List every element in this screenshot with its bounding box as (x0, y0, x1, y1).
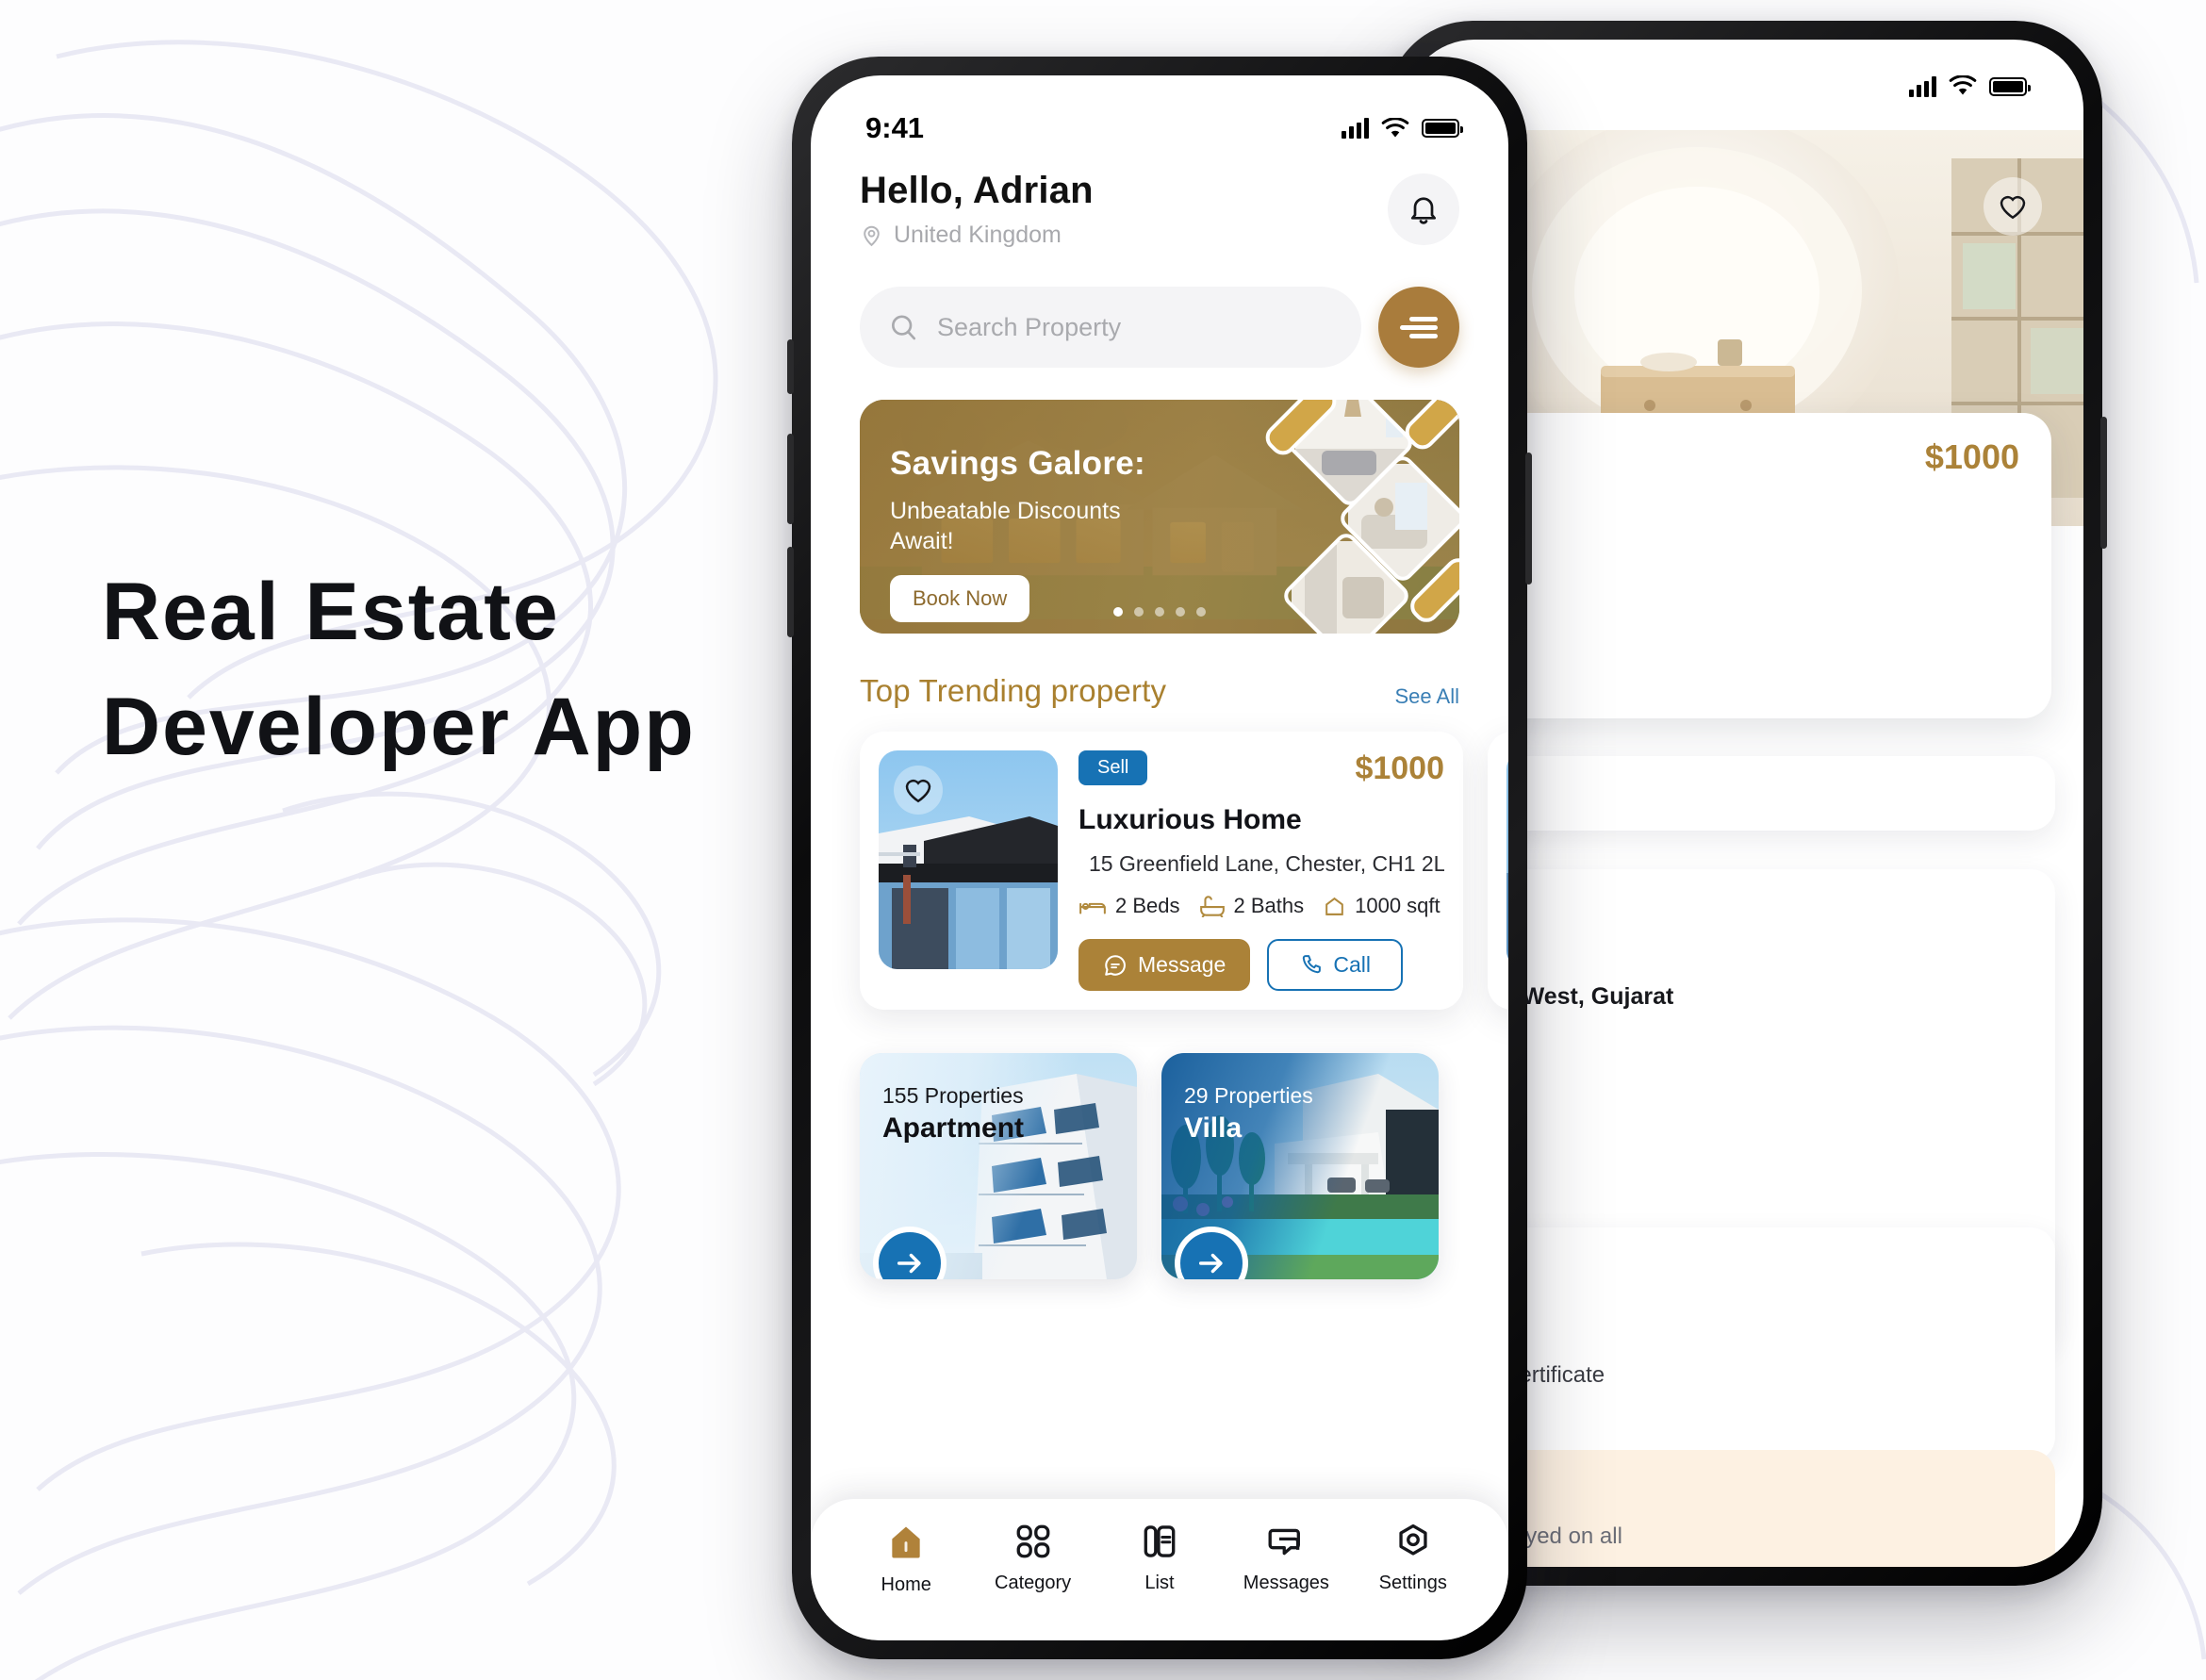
bell-icon (1410, 197, 1437, 224)
banner-subtitle: Unbeatable Discounts Await! (890, 498, 1121, 554)
greeting-row: Hello, Adrian United Kingdom (860, 170, 1459, 249)
battery-icon (1422, 119, 1463, 138)
list-icon (1144, 1525, 1176, 1557)
trending-cards-row[interactable]: Sell $1000 Luxurious Home 15 Greenfield … (860, 732, 1508, 1010)
phone-icon (1303, 955, 1322, 974)
location-pin-icon (864, 225, 880, 247)
status-badge: Sell (1078, 750, 1148, 785)
home-icon (892, 1526, 920, 1558)
favorite-button[interactable] (894, 766, 943, 815)
location-row: United Kingdom (860, 222, 1094, 249)
nav-label-list: List (1144, 1573, 1175, 1593)
chat-bubbles-icon (1268, 1528, 1301, 1556)
category-row: 155 Properties Apartment 29 Properties V… (860, 1053, 1459, 1279)
arrow-right-icon (897, 1253, 921, 1274)
poster-headline: Real Estate Developer App (102, 567, 696, 773)
banner-pagination-dots[interactable] (1113, 607, 1206, 617)
banner-diamond-collage (1265, 400, 1459, 634)
power-button[interactable] (2100, 417, 2107, 549)
volume-down-button[interactable] (787, 547, 794, 637)
banner-text-block: Savings Galore: Unbeatable Discounts Awa… (890, 445, 1173, 622)
back-favorite-button[interactable] (1984, 177, 2042, 236)
nav-item-list[interactable]: List (1108, 1522, 1211, 1594)
category-card-apartment[interactable]: 155 Properties Apartment (860, 1053, 1137, 1279)
promo-banner[interactable]: Savings Galore: Unbeatable Discounts Awa… (860, 400, 1459, 634)
battery-icon (1989, 76, 2031, 96)
search-placeholder: Search Property (937, 312, 1122, 341)
property-card[interactable] (1488, 732, 1508, 1010)
grid-icon (1016, 1524, 1049, 1558)
power-button[interactable] (1525, 453, 1532, 585)
notification-button[interactable] (1388, 173, 1459, 245)
gear-icon (1399, 1524, 1427, 1556)
nav-item-home[interactable]: Home (854, 1522, 958, 1596)
filter-button[interactable] (1378, 287, 1459, 368)
search-input[interactable]: Search Property (860, 287, 1361, 368)
spec-area: 1000 sqft (1323, 894, 1440, 918)
category-text: 155 Properties Apartment (882, 1083, 1024, 1145)
area-icon (1325, 897, 1343, 915)
bath-icon (1199, 896, 1225, 917)
spec-beds: 2 Beds (1078, 894, 1180, 918)
property-thumbnail (1506, 750, 1508, 969)
category-count: 155 Properties (882, 1083, 1024, 1108)
heart-icon (2000, 195, 2026, 220)
category-name: Villa (1184, 1112, 1243, 1144)
nav-item-settings[interactable]: Settings (1361, 1522, 1465, 1594)
property-address-row: 15 Greenfield Lane, Chester, CH1 2LD... (1078, 851, 1444, 877)
cellular-bars-icon (1909, 75, 1936, 97)
property-price: $1000 (1355, 750, 1444, 786)
poster-canvas: Real Estate Developer App $1000 West, Gu… (0, 0, 2206, 1680)
volume-up-button[interactable] (787, 434, 794, 524)
see-all-link[interactable]: See All (1395, 684, 1460, 709)
category-card-villa[interactable]: 29 Properties Villa (1161, 1053, 1439, 1279)
call-button[interactable]: Call (1267, 939, 1403, 991)
property-title: Luxurious Home (1078, 804, 1302, 835)
nav-label-home: Home (881, 1574, 931, 1595)
search-row: Search Property (860, 287, 1459, 368)
banner-title: Savings Galore: (890, 445, 1145, 482)
message-button[interactable]: Message (1078, 939, 1251, 991)
spec-baths: 2 Baths (1199, 894, 1304, 918)
heart-icon (905, 779, 931, 803)
front-phone-screen: 9:41 Hello, Adrian United Kingdom Search… (811, 75, 1508, 1640)
status-time: 9:41 (865, 111, 925, 144)
wifi-icon (1949, 75, 1977, 95)
front-screen-body: Hello, Adrian United Kingdom Search Prop… (811, 170, 1508, 1279)
property-address: 15 Greenfield Lane, Chester, CH1 2LD... (1089, 851, 1444, 876)
message-label: Message (1138, 952, 1226, 977)
category-text: 29 Properties Villa (1184, 1083, 1313, 1145)
book-now-button[interactable]: Book Now (890, 575, 1030, 622)
call-label: Call (1333, 952, 1371, 977)
wifi-icon (1381, 117, 1409, 137)
category-count: 29 Properties (1184, 1083, 1313, 1108)
cellular-bars-icon (1342, 118, 1369, 139)
category-name: Apartment (882, 1112, 1025, 1144)
nav-item-messages[interactable]: Messages (1234, 1522, 1338, 1594)
bed-icon (1079, 902, 1106, 914)
trending-section-header: Top Trending property See All (860, 673, 1459, 709)
message-icon (1105, 954, 1126, 976)
filter-lines-icon (1400, 313, 1438, 342)
nav-label-category: Category (995, 1573, 1072, 1593)
property-thumbnail (879, 750, 1058, 969)
property-info: Sell $1000 Luxurious Home 15 Greenfield … (1078, 750, 1444, 991)
location-text: United Kingdom (894, 222, 1062, 248)
trending-title: Top Trending property (860, 673, 1167, 708)
nav-label-settings: Settings (1378, 1573, 1447, 1593)
silent-switch[interactable] (787, 339, 794, 394)
bottom-navigation: Home Category List Messages Settings (811, 1499, 1508, 1640)
front-status-bar: 9:41 (811, 75, 1508, 145)
property-specs: 2 Beds 2 Baths 1000 sqft (1078, 894, 1444, 918)
search-icon (892, 315, 916, 340)
front-phone-frame: 9:41 Hello, Adrian United Kingdom Search… (787, 57, 1532, 1659)
nav-item-category[interactable]: Category (981, 1522, 1085, 1594)
arrow-right-icon (1198, 1253, 1223, 1274)
property-card[interactable]: Sell $1000 Luxurious Home 15 Greenfield … (860, 732, 1463, 1010)
nav-label-messages: Messages (1243, 1573, 1329, 1593)
property-actions: Message Call (1078, 939, 1444, 991)
greeting-text: Hello, Adrian (860, 170, 1094, 211)
